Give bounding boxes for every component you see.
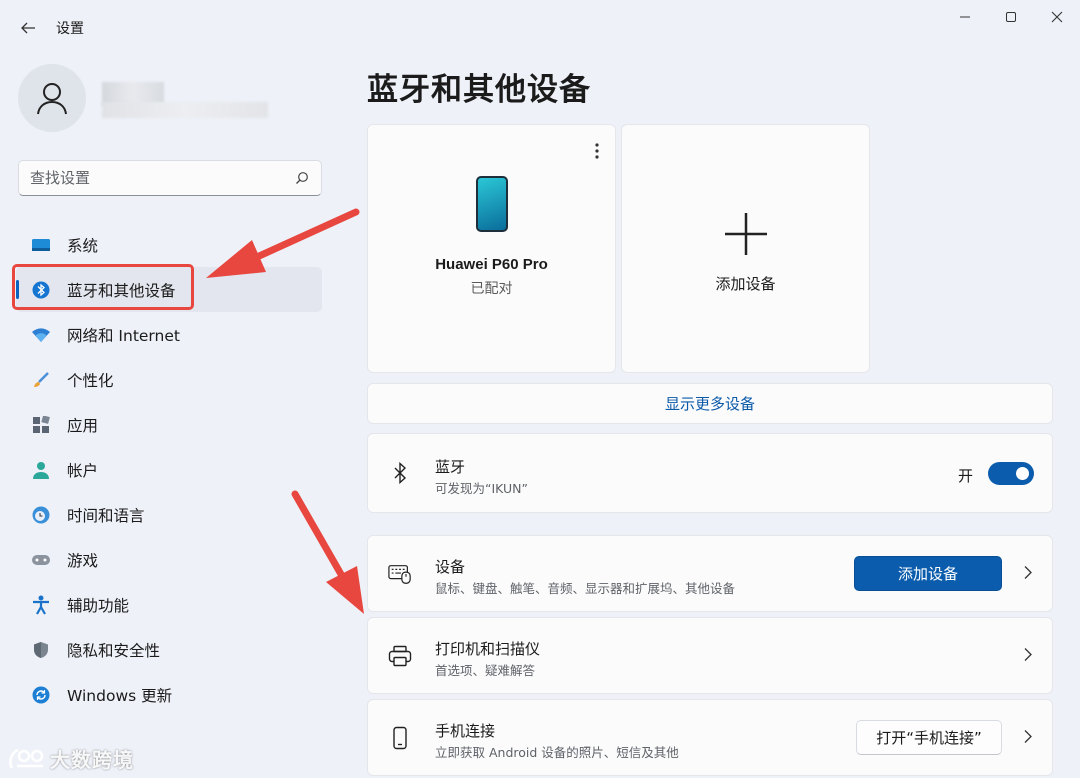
clock-globe-icon [30,504,52,526]
sidebar-item-label: Windows 更新 [67,686,173,705]
sidebar-item-accessibility[interactable]: 辅助功能 [16,582,322,627]
printers-title: 打印机和扫描仪 [435,640,541,658]
app-title: 设置 [56,21,84,37]
sidebar-item-privacy[interactable]: 隐私和安全性 [16,627,322,672]
bluetooth-icon [388,461,412,485]
phone-link-title: 手机连接 [435,722,496,740]
chevron-right-icon [1024,564,1032,583]
close-button[interactable] [1034,6,1080,28]
paired-device-card[interactable]: Huawei P60 Pro 已配对 [367,124,616,373]
accessibility-icon [30,594,52,616]
printers-scanners-row[interactable]: 打印机和扫描仪 首选项、疑难解答 [367,617,1053,694]
watermark-text: 大数跨境 [50,748,134,772]
back-arrow-icon [21,22,35,34]
printers-subtitle: 首选项、疑难解答 [435,663,536,678]
sidebar-item-label: 隐私和安全性 [67,641,161,660]
wifi-icon [30,324,52,346]
bluetooth-row: 蓝牙 可发现为“IKUN” 开 [367,433,1053,513]
sidebar-item-label: 系统 [67,236,99,255]
apps-icon [30,414,52,436]
sidebar-item-apps[interactable]: 应用 [16,402,322,447]
search-box[interactable] [18,160,322,196]
toggle-knob [1016,467,1029,480]
sidebar-item-label: 个性化 [67,371,114,390]
search-icon [295,170,309,189]
avatar [18,64,86,132]
sidebar-item-label: 辅助功能 [67,596,130,615]
phone-link-row[interactable]: 手机连接 立即获取 Android 设备的照片、短信及其他 打开“手机连接” [367,699,1053,776]
sidebar-item-system[interactable]: 系统 [16,222,322,267]
annotation-highlight-bluetooth [12,264,194,310]
minimize-icon [960,16,970,18]
title-bar: 设置 [0,0,1080,54]
close-icon [1051,11,1063,23]
device-status: 已配对 [470,281,513,297]
open-phone-link-button[interactable]: 打开“手机连接” [856,720,1002,755]
sidebar-item-gaming[interactable]: 游戏 [16,537,322,582]
watermark: 大数跨境 [8,744,134,773]
system-icon [30,234,52,256]
keyboard-mouse-icon [388,562,412,586]
user-icon [37,83,67,115]
smartphone-icon [388,726,412,750]
chevron-right-icon [1024,646,1032,665]
watermark-logo-icon [9,748,44,769]
page-title: 蓝牙和其他设备 [367,72,591,108]
sidebar-item-label: 游戏 [67,551,99,570]
add-device-button[interactable]: 添加设备 [854,556,1002,591]
devices-row[interactable]: 设备 鼠标、键盘、触笔、音频、显示器和扩展坞、其他设备 添加设备 [367,535,1053,612]
gamepad-icon [30,549,52,571]
sidebar-item-label: 网络和 Internet [67,326,180,345]
brush-icon [30,369,52,391]
phone-link-subtitle: 立即获取 Android 设备的照片、短信及其他 [435,745,679,760]
more-options-icon[interactable] [595,143,599,163]
add-device-label: 添加设备 [715,275,776,293]
chevron-right-icon [1024,728,1032,747]
devices-title: 设备 [435,558,466,576]
device-name: Huawei P60 Pro [435,256,548,273]
show-more-devices-button[interactable]: 显示更多设备 [367,383,1053,424]
maximize-icon [1006,12,1016,22]
printer-icon [388,644,412,668]
sidebar-item-label: 帐户 [67,461,99,480]
bluetooth-subtitle: 可发现为“IKUN” [435,481,528,496]
back-button[interactable] [14,14,42,42]
user-profile[interactable] [18,64,86,132]
add-device-card[interactable]: 添加设备 [621,124,870,373]
minimize-button[interactable] [942,6,988,28]
sidebar-item-accounts[interactable]: 帐户 [16,447,322,492]
blurred-email [102,102,268,118]
sidebar-item-time-language[interactable]: 时间和语言 [16,492,322,537]
maximize-button[interactable] [988,6,1034,28]
sidebar-item-label: 应用 [67,416,99,435]
account-icon [30,459,52,481]
bluetooth-toggle-label: 开 [957,467,973,485]
phone-icon [476,176,508,232]
plus-icon [725,213,767,255]
sidebar-item-label: 时间和语言 [67,506,145,525]
search-input[interactable] [19,161,279,195]
update-icon [30,684,52,706]
shield-icon [30,639,52,661]
bluetooth-toggle[interactable] [988,462,1034,485]
sidebar-item-personalization[interactable]: 个性化 [16,357,322,402]
sidebar-item-windows-update[interactable]: Windows 更新 [16,672,322,717]
sidebar-item-network[interactable]: 网络和 Internet [16,312,322,357]
bluetooth-title: 蓝牙 [435,458,466,476]
devices-subtitle: 鼠标、键盘、触笔、音频、显示器和扩展坞、其他设备 [435,581,736,596]
